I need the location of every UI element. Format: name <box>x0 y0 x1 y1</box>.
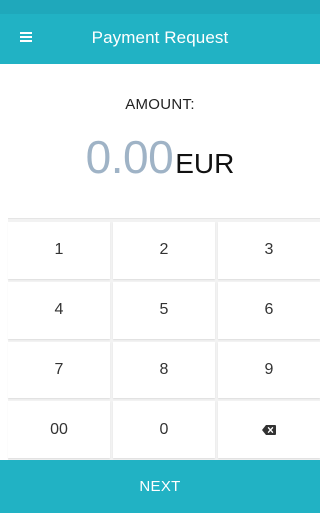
currency-label: EUR <box>175 148 235 179</box>
key-0[interactable]: 0 <box>113 401 215 458</box>
payment-request-screen: Payment Request AMOUNT: 0.00EUR 1 2 3 4 … <box>0 0 320 519</box>
page-title: Payment Request <box>91 28 229 47</box>
next-button[interactable]: NEXT <box>0 460 320 513</box>
app-bar: Payment Request <box>0 14 320 64</box>
key-2[interactable]: 2 <box>113 222 215 279</box>
bottom-edge <box>0 513 320 519</box>
status-bar <box>0 0 320 14</box>
amount-row: 0.00EUR <box>0 130 320 184</box>
key-9[interactable]: 9 <box>218 341 320 399</box>
key-8[interactable]: 8 <box>113 341 215 399</box>
backspace-icon <box>262 424 276 435</box>
key-7[interactable]: 7 <box>8 341 110 399</box>
numeric-keypad: 1 2 3 4 5 6 7 8 9 00 0 <box>8 218 320 460</box>
key-3[interactable]: 3 <box>218 222 320 279</box>
key-6[interactable]: 6 <box>218 281 320 339</box>
key-00[interactable]: 00 <box>8 401 110 458</box>
key-1[interactable]: 1 <box>8 222 110 279</box>
backspace-button[interactable] <box>218 401 320 458</box>
key-4[interactable]: 4 <box>8 281 110 339</box>
amount-value: 0.00 <box>85 131 174 183</box>
amount-display: AMOUNT: 0.00EUR <box>0 64 320 218</box>
amount-label: AMOUNT: <box>125 96 195 113</box>
key-5[interactable]: 5 <box>113 281 215 339</box>
